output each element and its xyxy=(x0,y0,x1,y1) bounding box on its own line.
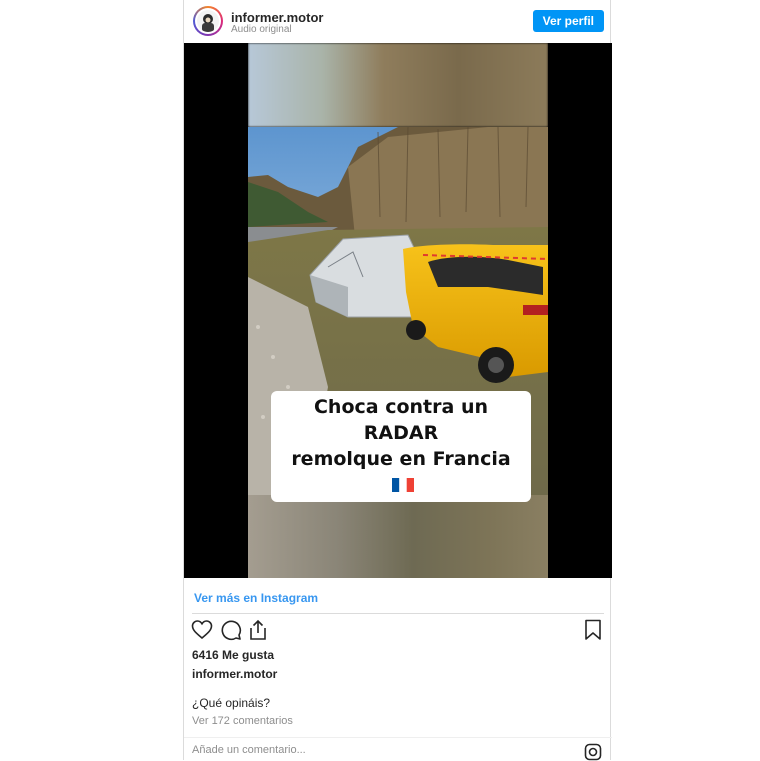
blurred-background-bottom xyxy=(248,495,548,578)
comment-icon[interactable] xyxy=(220,619,242,641)
instagram-icon[interactable] xyxy=(584,743,602,761)
like-count: 6416 Me gusta xyxy=(192,648,275,662)
view-comments-link[interactable]: Ver 172 comentarios xyxy=(192,715,293,727)
post-owner-username[interactable]: informer.motor xyxy=(192,667,277,681)
audio-label[interactable]: Audio original xyxy=(231,24,292,35)
video-caption-line2-wrap: remolque en Francia xyxy=(277,446,525,498)
view-more-on-instagram-link[interactable]: Ver más en Instagram xyxy=(194,591,318,605)
add-comment-field[interactable]: Añade un comentario... xyxy=(192,744,306,756)
france-flag-icon xyxy=(391,478,414,492)
video-caption-line2: remolque en Francia xyxy=(291,448,511,470)
blurred-background-top xyxy=(248,43,548,127)
heart-icon[interactable] xyxy=(191,620,213,640)
divider xyxy=(184,737,612,738)
view-profile-button[interactable]: Ver perfil xyxy=(532,10,604,32)
avatar[interactable] xyxy=(193,6,223,36)
post-header: informer.motor Audio original Ver perfil xyxy=(184,0,612,43)
instagram-embed-card: informer.motor Audio original Ver perfil xyxy=(183,0,612,761)
avatar-image xyxy=(197,10,219,32)
bookmark-icon[interactable] xyxy=(584,619,602,641)
post-caption: ¿Qué opináis? xyxy=(192,696,271,710)
username[interactable]: informer.motor xyxy=(231,10,323,25)
video-caption-line1: Choca contra un RADAR xyxy=(313,396,488,444)
divider xyxy=(192,613,604,614)
video-caption: Choca contra un RADAR remolque en Franci… xyxy=(271,391,531,502)
share-icon[interactable] xyxy=(248,619,268,641)
video-player[interactable]: Choca contra un RADAR remolque en Franci… xyxy=(184,43,612,578)
